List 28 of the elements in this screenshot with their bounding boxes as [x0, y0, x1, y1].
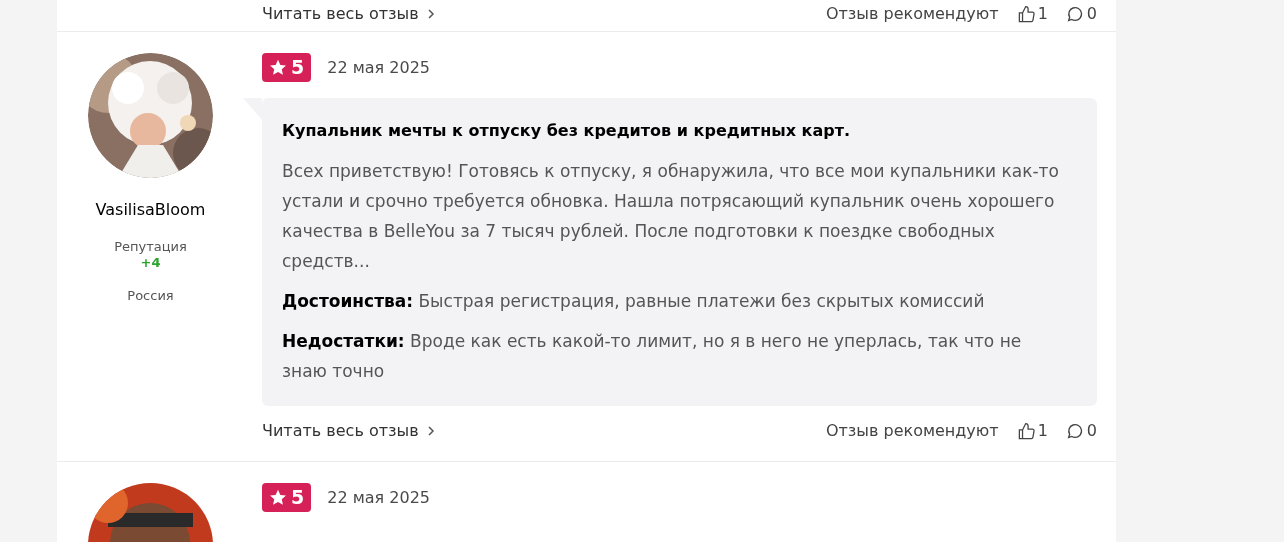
review-cons: Недостатки: Вроде как есть какой-то лимит, но я в него не уперлась, так что не знаю точно	[282, 330, 1023, 383]
rating-badge: 5	[262, 53, 312, 82]
review-title: Купальник мечты к отпуску без кредитов и кредитных карт.	[282, 120, 851, 142]
comment-icon	[1065, 422, 1084, 440]
review-date: 22 мая 2025	[327, 56, 430, 79]
thumbs-up-icon	[1016, 421, 1036, 441]
review-text: Всех приветствую! Готовясь к отпуску, я обнаружила, что все мои купальники как-то устали и срочно требуется обновка. Нашла потрясающий купальник очень хорошего качества в BelleYou за 7 тысяч рублей. После подготовки к поездке свободных средств...	[282, 160, 1060, 273]
recommend-label: Отзыв рекомендуют	[825, 420, 999, 442]
like-button[interactable]: 1	[1016, 419, 1048, 443]
read-more-link[interactable]: Читать весь отзыв	[262, 419, 435, 443]
read-more-link[interactable]: Читать весь отзыв	[262, 2, 435, 26]
star-icon	[269, 59, 287, 76]
star-icon	[269, 489, 287, 506]
review-date: 22 мая 2025	[327, 486, 430, 509]
like-button[interactable]: 1	[1016, 2, 1048, 26]
author-name[interactable]: VasilisaBloom	[95, 198, 206, 222]
author-country: Россия	[127, 287, 174, 305]
comment-button[interactable]: 0	[1065, 2, 1097, 26]
thumbs-up-icon	[1016, 4, 1036, 24]
reputation-label: Репутация	[114, 239, 187, 255]
chevron-icon	[426, 9, 435, 19]
chevron-icon	[426, 426, 435, 436]
reputation-value: +4	[140, 255, 161, 271]
rating-badge: 5	[262, 483, 312, 512]
comment-button[interactable]: 0	[1065, 419, 1097, 443]
comment-icon	[1065, 5, 1084, 23]
recommend-label: Отзыв рекомендуют	[825, 3, 999, 25]
review-pros: Достоинства: Быстрая регистрация, равные платежи без скрытых комиссий	[282, 290, 986, 313]
